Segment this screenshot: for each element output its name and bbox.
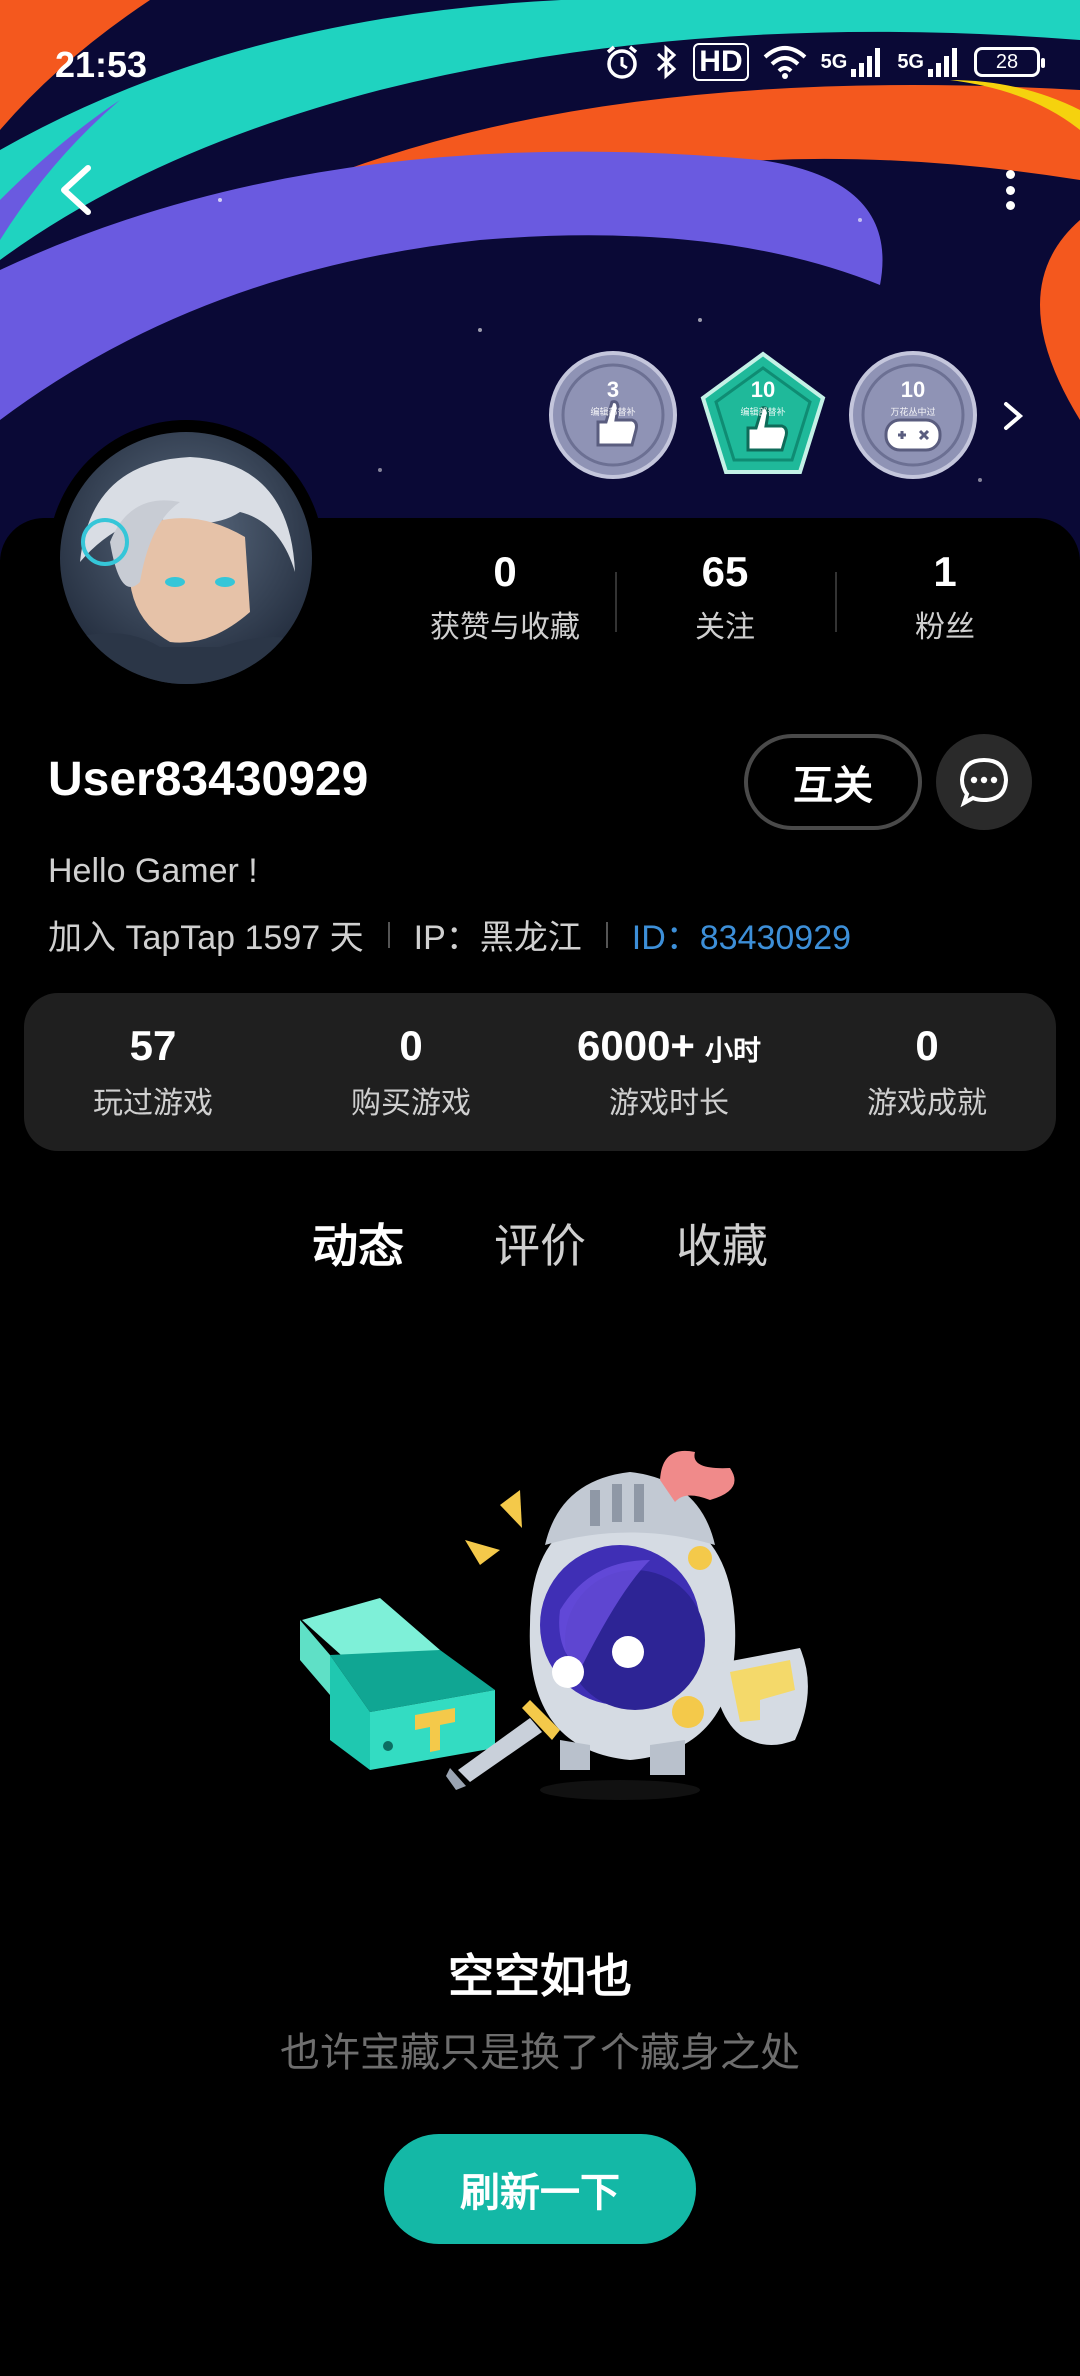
chevron-right-icon: [1004, 402, 1024, 430]
badge-number: 10: [750, 376, 776, 402]
message-button[interactable]: [936, 734, 1032, 830]
count-value: 0: [493, 548, 517, 595]
count-label: 粉丝: [915, 611, 975, 644]
badge-3[interactable]: 10 万花丛中过: [848, 350, 978, 480]
user-id[interactable]: ID：83430929: [632, 910, 851, 959]
profile-meta: 加入 TapTap 1597 天 IP：黑龙江 ID：83430929: [48, 910, 851, 959]
stat-play-time[interactable]: 6000+ 小时 游戏时长: [540, 1022, 798, 1122]
stat-label: 游戏成就: [867, 1087, 987, 1120]
stat-purchased-games[interactable]: 0 购买游戏: [282, 1022, 540, 1122]
count-label: 关注: [695, 611, 755, 644]
tab-favorites[interactable]: 收藏: [676, 1210, 768, 1276]
stat-value: 0: [915, 1022, 939, 1069]
badge-1[interactable]: 3 编辑部替补: [548, 350, 678, 480]
signal-icon-2: 5G: [897, 45, 960, 79]
chevron-left-icon: [61, 165, 91, 215]
badge-caption: 编辑部替补: [590, 406, 636, 417]
badge-caption: 编辑部替补: [740, 406, 786, 417]
avatar-image: [60, 432, 312, 684]
status-icons: HD 5G 5G 28: [603, 40, 1045, 84]
count-likes[interactable]: 0 获赞与收藏: [395, 548, 615, 646]
more-dot: [1005, 201, 1015, 210]
stat-value: 0: [399, 1022, 423, 1069]
empty-state-title: 空空如也: [448, 1950, 632, 2002]
count-label: 获赞与收藏: [430, 611, 580, 644]
more-dot: [1005, 185, 1015, 195]
badge-2[interactable]: 10 编辑部替补: [698, 350, 828, 480]
stat-label: 玩过游戏: [93, 1087, 213, 1120]
game-stats-card: 57 玩过游戏 0 购买游戏 6000+ 小时 游戏时长 0 游戏成就: [24, 993, 1056, 1151]
alarm-icon: [603, 43, 641, 81]
more-button[interactable]: [1000, 170, 1020, 210]
mutual-follow-button[interactable]: 互关: [744, 734, 922, 830]
count-value: 65: [701, 548, 749, 595]
chat-bubble-icon: [959, 757, 1009, 808]
ip-location: IP：黑龙江: [413, 919, 582, 957]
joined-days: 加入 TapTap 1597 天: [48, 919, 364, 957]
stat-value: 57: [129, 1022, 177, 1069]
count-followers[interactable]: 1 粉丝: [835, 548, 1055, 646]
empty-state-illustration: [290, 1450, 830, 1830]
profile-counts: 0 获赞与收藏 65 关注 1 粉丝: [395, 548, 1055, 646]
count-following[interactable]: 65 关注: [615, 548, 835, 646]
bio-text: Hello Gamer !: [48, 852, 258, 890]
battery-icon: 28: [974, 47, 1045, 77]
stat-label: 购买游戏: [351, 1087, 471, 1120]
stat-played-games[interactable]: 57 玩过游戏: [24, 1022, 282, 1122]
more-dot: [1005, 170, 1015, 179]
badge-number: 10: [900, 376, 926, 402]
meta-divider: [387, 921, 390, 948]
stat-label: 游戏时长: [609, 1087, 729, 1120]
empty-state-subtitle: 也许宝藏只是换了个藏身之处: [280, 2031, 800, 2075]
signal-icon-1: 5G: [821, 45, 884, 79]
hd-icon: HD: [693, 43, 749, 81]
stat-unit: 小时: [704, 1035, 761, 1066]
username: User83430929: [48, 753, 369, 806]
stat-achievements[interactable]: 0 游戏成就: [798, 1022, 1056, 1122]
avatar[interactable]: [48, 420, 324, 696]
tab-activity[interactable]: 动态: [312, 1210, 404, 1276]
stat-value: 6000+: [577, 1022, 695, 1069]
tab-reviews[interactable]: 评价: [494, 1210, 586, 1276]
badge-row: 3 编辑部替补 10 编辑部替补 10 万花丛中过: [548, 350, 978, 480]
content-tabs: 动态 评价 收藏: [0, 1210, 1080, 1276]
refresh-button[interactable]: 刷新一下: [384, 2134, 696, 2244]
badge-number: 3: [606, 376, 620, 402]
back-button[interactable]: [50, 160, 110, 220]
status-bar: 21:53 HD 5G 5G 28: [0, 0, 1080, 120]
status-time: 21:53: [55, 44, 148, 85]
meta-divider: [605, 921, 608, 948]
badges-more-button[interactable]: [998, 396, 1028, 436]
wifi-icon: [763, 45, 807, 79]
bluetooth-icon: [655, 43, 679, 81]
count-value: 1: [933, 548, 957, 595]
badge-caption: 万花丛中过: [890, 406, 936, 417]
